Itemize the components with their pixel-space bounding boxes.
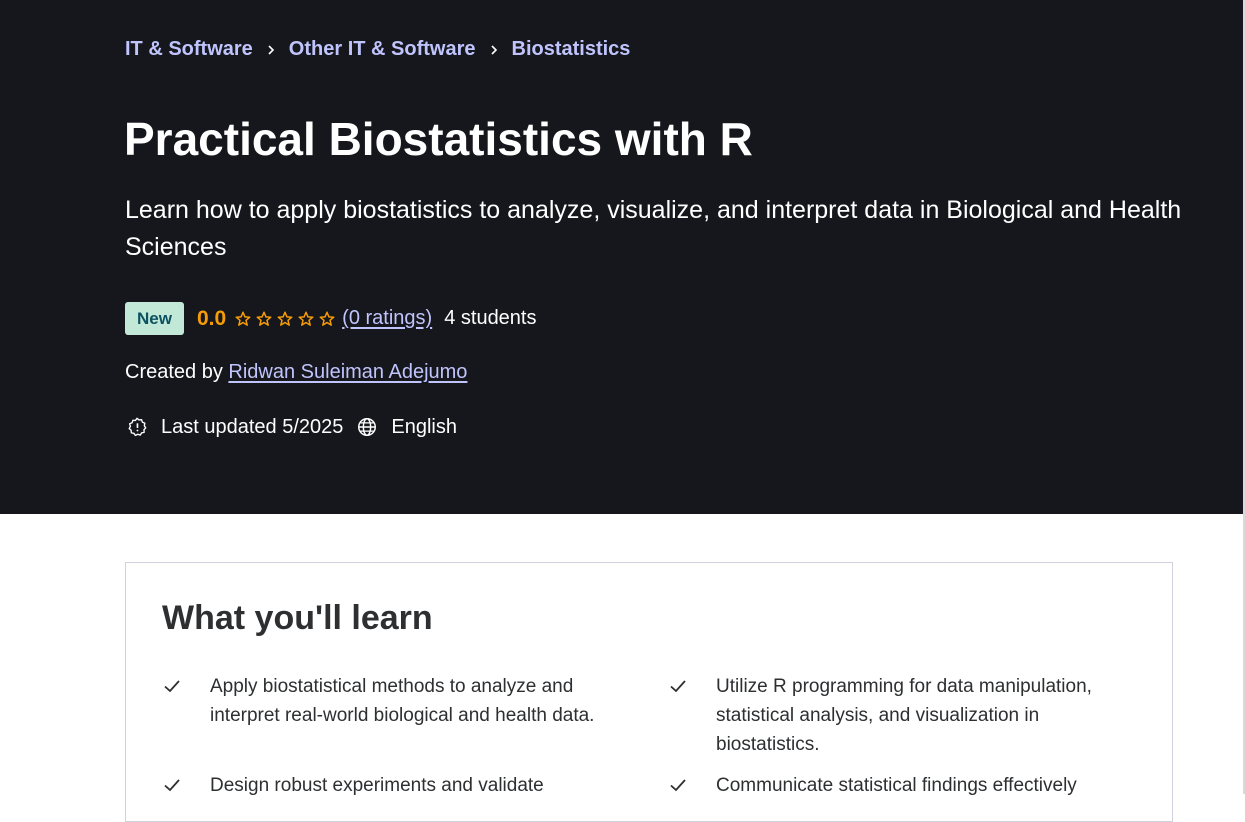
- created-by-label: Created by: [125, 361, 223, 383]
- check-icon: [670, 680, 686, 693]
- ratings-link[interactable]: (0 ratings): [342, 307, 432, 330]
- course-title: Practical Biostatistics with R: [124, 113, 753, 165]
- learn-item: Communicate statistical findings effecti…: [670, 771, 1146, 800]
- star-empty-icon: [235, 311, 251, 326]
- course-subtitle: Learn how to apply biostatistics to anal…: [125, 196, 1182, 261]
- breadcrumb-item-other-it-software[interactable]: Other IT & Software: [289, 38, 476, 61]
- learn-item-text: Utilize R programming for data manipulat…: [716, 676, 1092, 755]
- instructor-link[interactable]: Ridwan Suleiman Adejumo: [228, 361, 467, 383]
- star-empty-icon: [298, 311, 314, 326]
- chevron-right-icon: [253, 44, 289, 56]
- globe-icon: [355, 415, 379, 439]
- check-icon: [670, 779, 686, 792]
- last-updated: Last updated 5/2025: [161, 415, 344, 438]
- students-count: 4 students: [444, 307, 537, 329]
- check-icon: [164, 779, 180, 792]
- learn-item-text: Apply biostatistical methods to analyze …: [210, 676, 595, 726]
- learn-item: Design robust experiments and validate: [164, 771, 640, 800]
- learn-item-text: Communicate statistical findings effecti…: [716, 775, 1077, 796]
- star-empty-icon: [319, 311, 335, 326]
- learn-item-text: Design robust experiments and validate: [210, 775, 544, 796]
- what-youll-learn-box: What you'll learn Apply biostatistical m…: [125, 562, 1173, 822]
- course-details-row: Last updated 5/2025 English: [125, 415, 457, 439]
- star-empty-icon: [277, 311, 293, 326]
- breadcrumb: IT & Software Other IT & Software Biosta…: [125, 38, 630, 61]
- check-icon: [164, 680, 180, 693]
- learn-item: Utilize R programming for data manipulat…: [670, 672, 1146, 759]
- course-language: English: [391, 415, 457, 438]
- rating-row: New 0.0 (0 ratings) 4 students: [125, 302, 537, 335]
- rating-value: 0.0: [196, 306, 227, 330]
- breadcrumb-item-it-software[interactable]: IT & Software: [125, 38, 253, 61]
- learn-item: Apply biostatistical methods to analyze …: [164, 672, 640, 730]
- created-by: Created by Ridwan Suleiman Adejumo: [125, 361, 467, 384]
- rating-stars: [234, 310, 336, 328]
- new-badge: New: [125, 302, 184, 335]
- star-empty-icon: [256, 311, 272, 326]
- breadcrumb-item-biostatistics[interactable]: Biostatistics: [512, 38, 631, 61]
- what-youll-learn-title: What you'll learn: [162, 599, 433, 637]
- chevron-right-icon: [476, 44, 512, 56]
- course-hero: IT & Software Other IT & Software Biosta…: [0, 0, 1245, 514]
- alert-badge-icon: [125, 415, 149, 439]
